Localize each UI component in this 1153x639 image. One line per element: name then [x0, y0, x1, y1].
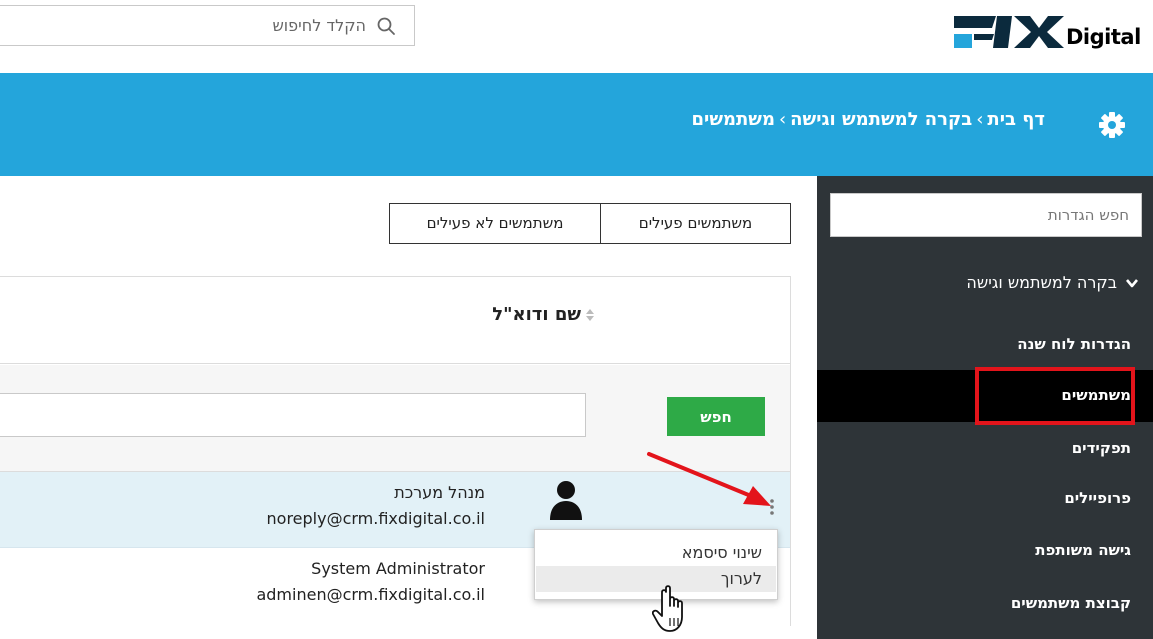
tab-inactive-users[interactable]: משתמשים לא פעילים — [390, 204, 600, 243]
breadcrumb-user-access[interactable]: בקרה למשתמש וגישה — [790, 109, 972, 130]
top-search-box[interactable] — [0, 5, 415, 46]
annotation-highlight-box — [975, 367, 1135, 425]
sidebar-section-label: בקרה למשתמש וגישה — [966, 273, 1117, 292]
breadcrumb-separator: › — [976, 109, 984, 130]
breadcrumb-home[interactable]: דף בית — [987, 109, 1045, 130]
column-header-name-email[interactable]: שם ודוא"ל — [492, 304, 595, 325]
sidebar-item-roles[interactable]: תפקידים — [1072, 439, 1131, 457]
fix-logo-mark — [954, 16, 1064, 48]
sidebar-item-profiles[interactable]: פרופיילים — [1064, 489, 1131, 507]
name-email-filter-input[interactable] — [0, 393, 586, 437]
column-header-label: שם ודוא"ל — [492, 304, 581, 325]
tab-active-users[interactable]: משתמשים פעילים — [600, 204, 790, 243]
user-status-tabs: משתמשים פעילים משתמשים לא פעילים — [389, 203, 791, 244]
annotation-arrow — [647, 452, 771, 506]
user-avatar-icon — [550, 481, 582, 520]
breadcrumb-users: משתמשים — [691, 109, 775, 130]
breadcrumb: דף בית›בקרה למשתמש וגישה›משתמשים — [691, 109, 1045, 130]
sidebar-item-calendar-settings[interactable]: הגדרות לוח שנה — [1017, 335, 1131, 353]
top-search-input[interactable] — [0, 6, 370, 45]
table-header-row: שם ודוא"ל — [0, 277, 790, 364]
sidebar-section-user-access[interactable]: בקרה למשתמש וגישה — [966, 273, 1139, 292]
user-name[interactable]: System Administrator — [256, 556, 485, 582]
hand-pointer-cursor-icon — [652, 585, 683, 632]
user-name[interactable]: מנהל מערכת — [267, 480, 485, 506]
settings-search-input[interactable] — [830, 193, 1142, 237]
filter-search-button[interactable]: חפש — [667, 397, 765, 436]
page: Digital דף בית›בקרה למשתמש וגישה›משתמשים — [0, 0, 1153, 639]
user-info: מנהל מערכת noreply@crm.fixdigital.co.il — [267, 480, 485, 532]
gear-icon[interactable] — [1098, 111, 1126, 139]
page-header: דף בית›בקרה למשתמש וגישה›משתמשים — [0, 73, 1153, 176]
logo-text: Digital — [1066, 25, 1141, 49]
user-email: noreply@crm.fixdigital.co.il — [266, 509, 485, 528]
search-icon[interactable] — [376, 16, 396, 36]
menu-item-change-password[interactable]: שינוי סיסמא — [536, 540, 776, 566]
sort-icon — [586, 308, 594, 321]
user-email: adminen@crm.fixdigital.co.il — [256, 585, 485, 604]
sidebar-item-shared-access[interactable]: גישה משותפת — [1035, 541, 1131, 559]
settings-sidebar: בקרה למשתמש וגישה הגדרות לוח שנה משתמשים… — [817, 176, 1153, 639]
sidebar-item-user-groups[interactable]: קבוצת משתמשים — [1011, 594, 1131, 612]
fix-digital-logo[interactable]: Digital — [954, 10, 1142, 52]
breadcrumb-separator: › — [778, 109, 787, 130]
chevron-down-icon — [1126, 278, 1138, 287]
user-info: System Administrator adminen@crm.fixdigi… — [256, 556, 485, 608]
